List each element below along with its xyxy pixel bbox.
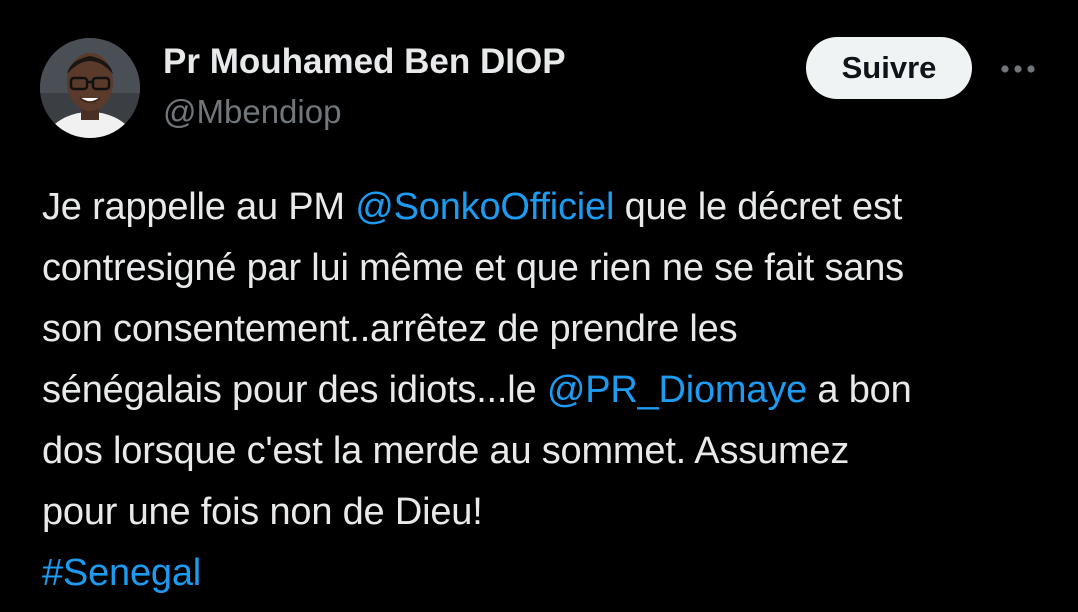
follow-button[interactable]: Suivre (806, 37, 972, 99)
tweet-text-segment: sénégalais pour des idiots...le (42, 369, 547, 411)
avatar-photo-icon (40, 38, 140, 138)
author-display-name[interactable]: Pr Mouhamed Ben DIOP (163, 42, 566, 82)
tweet-line: sénégalais pour des idiots...le @PR_Diom… (42, 360, 1052, 421)
author-handle[interactable]: @Mbendiop (163, 93, 341, 131)
hashtag-link-senegal[interactable]: #Senegal (42, 543, 1052, 604)
mention-link-diomaye[interactable]: @PR_Diomaye (547, 369, 807, 411)
author-avatar[interactable] (40, 38, 140, 138)
tweet-line: contresigné par lui même et que rien ne … (42, 247, 904, 289)
tweet-line: Je rappelle au PM @SonkoOfficiel que le … (42, 177, 1052, 238)
tweet-line: son consentement..arrêtez de prendre les (42, 308, 738, 350)
tweet-text-segment: a bon (807, 369, 912, 411)
tweet-line: dos lorsque c'est la merde au sommet. As… (42, 430, 850, 472)
mention-link-sonko[interactable]: @SonkoOfficiel (355, 186, 614, 228)
tweet-text: Je rappelle au PM @SonkoOfficiel que le … (42, 177, 1052, 604)
tweet-card: Pr Mouhamed Ben DIOP @Mbendiop Suivre Je… (0, 0, 1078, 612)
more-options-button[interactable] (996, 52, 1040, 86)
tweet-text-segment: Je rappelle au PM (42, 186, 356, 228)
tweet-text-segment: que le décret est (614, 186, 903, 228)
more-horizontal-icon (1001, 65, 1035, 73)
tweet-line: pour une fois non de Dieu! (42, 491, 483, 533)
